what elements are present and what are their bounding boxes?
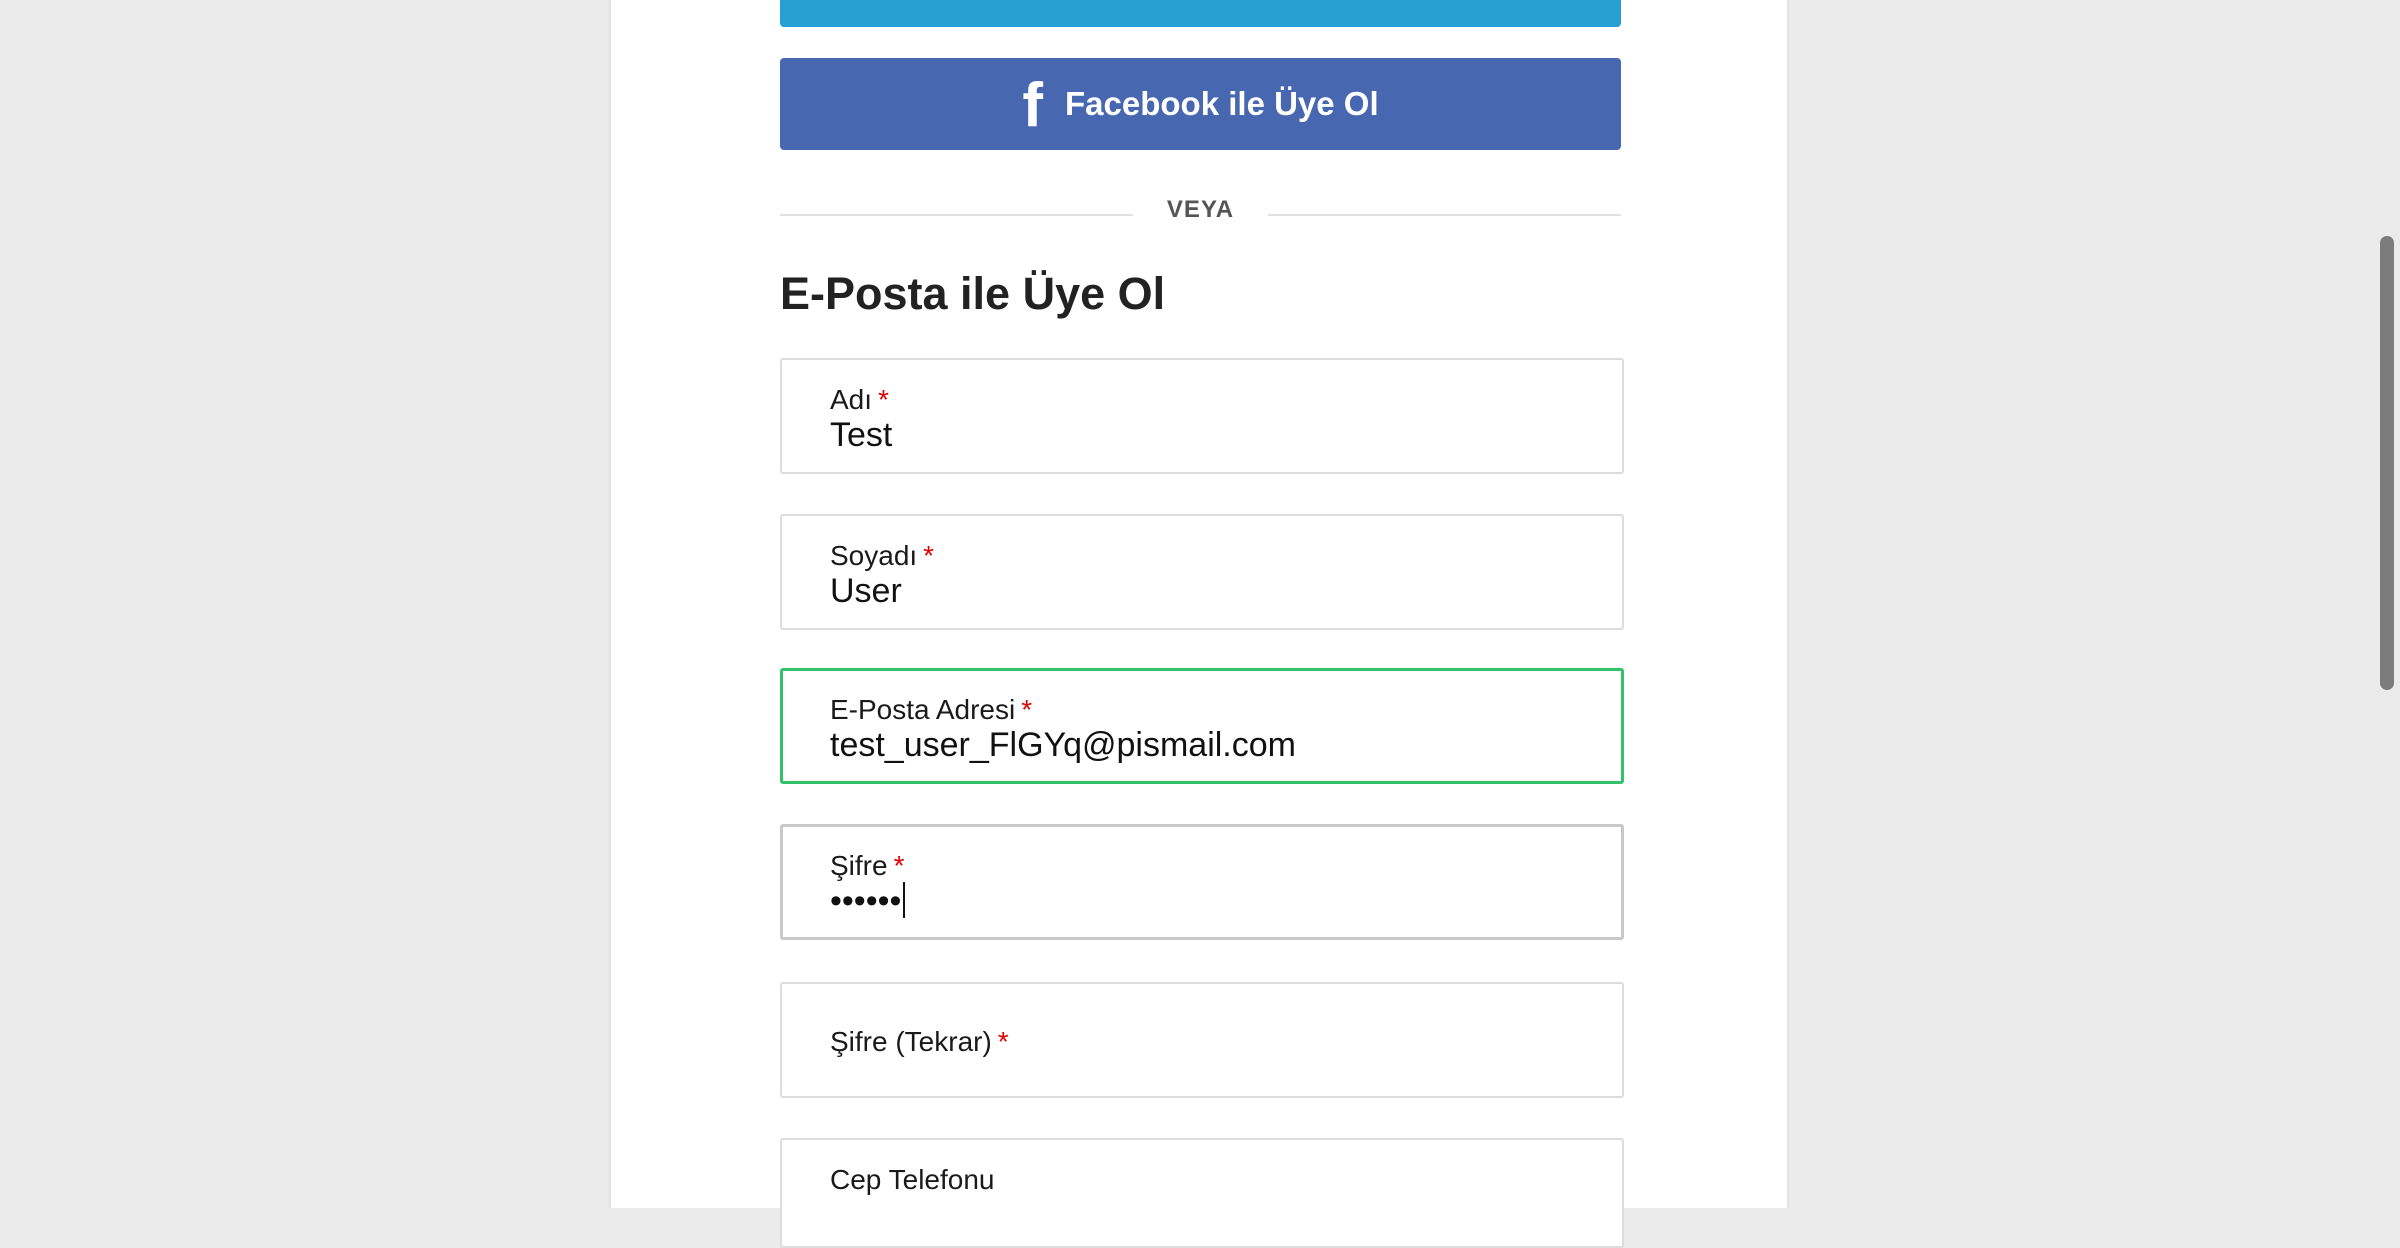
email-field[interactable]: E-Posta Adresi * test_user_FlGYq@pismail.… bbox=[780, 668, 1624, 784]
last-name-field[interactable]: Soyadı * User bbox=[780, 514, 1624, 630]
facebook-icon: f bbox=[1022, 71, 1044, 140]
page-scrollbar[interactable] bbox=[2380, 236, 2394, 690]
password-label: Şifre * bbox=[830, 850, 905, 881]
email-signup-title: E-Posta ile Üye Ol bbox=[780, 268, 1166, 319]
first-name-input[interactable]: Test bbox=[830, 416, 892, 455]
facebook-signup-label: Facebook ile Üye Ol bbox=[1065, 85, 1379, 122]
phone-label: Cep Telefonu bbox=[830, 1164, 995, 1195]
phone-field[interactable]: Cep Telefonu bbox=[780, 1138, 1624, 1248]
email-label: E-Posta Adresi * bbox=[830, 694, 1033, 725]
password-repeat-label: Şifre (Tekrar) * bbox=[830, 1026, 1009, 1057]
divider-text: VEYA bbox=[1166, 196, 1235, 223]
text-caret bbox=[903, 882, 906, 918]
last-name-input[interactable]: User bbox=[830, 572, 902, 611]
password-repeat-field[interactable]: Şifre (Tekrar) * bbox=[780, 982, 1624, 1098]
email-input[interactable]: test_user_FlGYq@pismail.com bbox=[830, 726, 1296, 765]
required-mark: * bbox=[893, 850, 905, 881]
divider-line-left bbox=[780, 214, 1133, 216]
first-name-label: Adı * bbox=[830, 384, 889, 415]
social-signup-button[interactable] bbox=[780, 0, 1621, 27]
password-input[interactable]: •••••• bbox=[830, 882, 906, 921]
facebook-signup-button[interactable]: f Facebook ile Üye Ol bbox=[780, 58, 1621, 150]
required-mark: * bbox=[923, 540, 935, 571]
or-divider: VEYA bbox=[780, 190, 1621, 234]
required-mark: * bbox=[878, 384, 889, 415]
required-mark: * bbox=[997, 1026, 1009, 1057]
divider-line-right bbox=[1268, 214, 1621, 216]
last-name-label: Soyadı * bbox=[830, 540, 935, 571]
password-field[interactable]: Şifre * •••••• bbox=[780, 824, 1624, 940]
first-name-field[interactable]: Adı * Test bbox=[780, 358, 1624, 474]
required-mark: * bbox=[1021, 694, 1033, 725]
